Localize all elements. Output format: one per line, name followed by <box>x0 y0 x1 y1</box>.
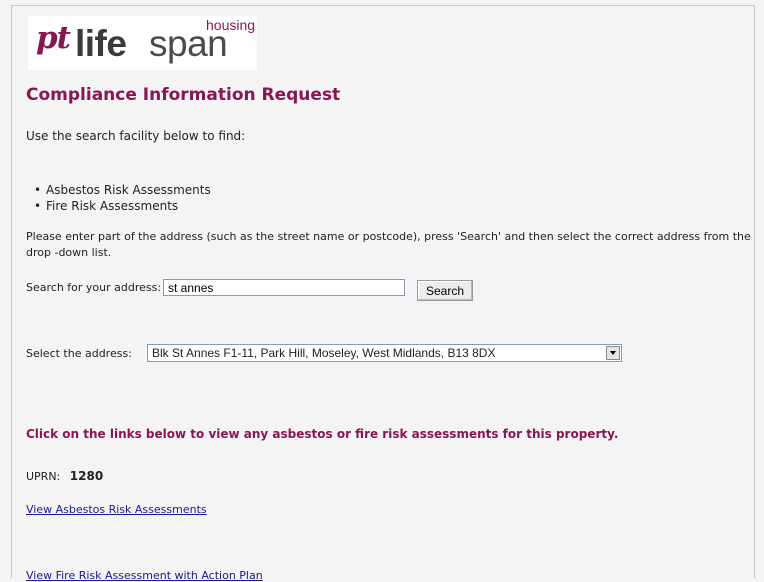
document-type-list: • Asbestos Risk Assessments • Fire Risk … <box>26 182 211 214</box>
select-address-label: Select the address: <box>26 347 132 360</box>
lifespan-housing-logo: pt life span housing <box>28 16 257 70</box>
address-search-input[interactable] <box>163 279 405 296</box>
dropdown-arrow-icon[interactable] <box>606 346 620 360</box>
search-button[interactable]: Search <box>417 280 473 301</box>
list-item-label: Fire Risk Assessments <box>46 199 179 213</box>
list-item: • Asbestos Risk Assessments <box>26 182 211 198</box>
address-select-value: Blk St Annes F1-11, Park Hill, Moseley, … <box>152 346 496 360</box>
bullet-icon: • <box>34 183 42 197</box>
view-fire-assessment-link[interactable]: View Fire Risk Assessment with Action Pl… <box>26 569 263 582</box>
instructions-text: Please enter part of the address (such a… <box>26 230 751 259</box>
address-select[interactable]: Blk St Annes F1-11, Park Hill, Moseley, … <box>147 344 622 362</box>
logo-housing-text: housing <box>206 17 256 33</box>
uprn-label: UPRN: <box>26 470 61 483</box>
links-heading: Click on the links below to view any asb… <box>26 427 619 441</box>
bullet-icon: • <box>34 199 42 213</box>
content-frame: pt life span housing Compliance Informat… <box>11 5 755 582</box>
page-title: Compliance Information Request <box>26 85 341 105</box>
logo-life-text: life <box>75 23 127 64</box>
view-asbestos-assessments-link[interactable]: View Asbestos Risk Assessments <box>26 503 207 516</box>
uprn-row: UPRN: 1280 <box>26 469 103 483</box>
uprn-value: 1280 <box>69 469 104 483</box>
search-label: Search for your address: <box>26 281 162 294</box>
list-item-label: Asbestos Risk Assessments <box>46 183 211 197</box>
intro-text: Use the search facility below to find: <box>26 129 246 143</box>
list-item: • Fire Risk Assessments <box>26 198 211 214</box>
logo-pt-mark: pt <box>36 20 71 56</box>
